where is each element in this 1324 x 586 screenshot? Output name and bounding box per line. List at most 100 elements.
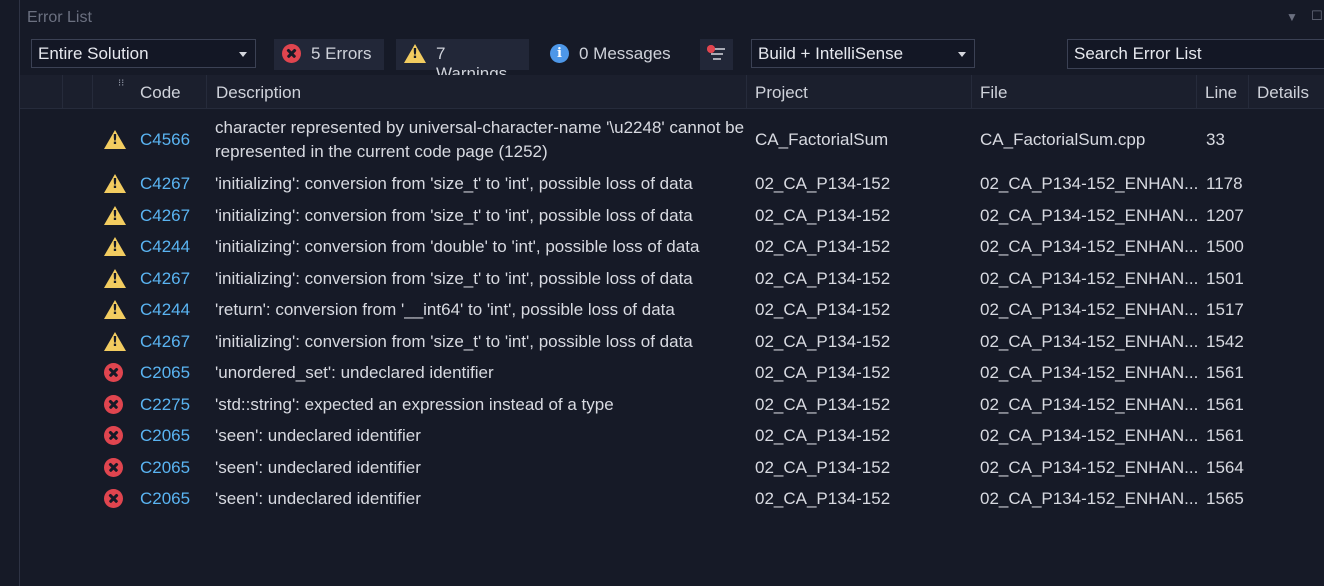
error-line: 1561 bbox=[1206, 394, 1244, 414]
column-divider bbox=[62, 75, 63, 108]
error-code-link[interactable]: C4244 bbox=[140, 300, 190, 320]
warning-icon bbox=[104, 237, 126, 256]
column-header-line[interactable]: Line bbox=[1205, 83, 1237, 103]
panel-title: Error List bbox=[27, 9, 92, 26]
title-bar: Error List ▼ ☐ bbox=[20, 0, 1324, 36]
table-row[interactable]: C2065 'seen': undeclared identifier 02_CA_… bbox=[20, 484, 1324, 516]
column-header-description[interactable]: Description bbox=[216, 83, 301, 103]
search-input[interactable]: Search Error List bbox=[1067, 39, 1324, 69]
error-project: 02_CA_P134-152 bbox=[755, 426, 891, 445]
messages-filter-button[interactable]: i 0 Messages bbox=[542, 39, 682, 70]
table-row[interactable]: C4267 'initializing': conversion from 'si… bbox=[20, 327, 1324, 359]
error-project: 02_CA_P134-152 bbox=[755, 174, 891, 193]
error-icon bbox=[104, 457, 123, 477]
warning-icon bbox=[104, 300, 126, 319]
messages-count-label: 0 Messages bbox=[579, 44, 671, 63]
error-file: 02_CA_P134-152_ENHAN... bbox=[980, 174, 1199, 193]
error-file: 02_CA_P134-152_ENHAN... bbox=[980, 268, 1199, 288]
column-header-code[interactable]: Code bbox=[140, 83, 181, 103]
error-file: 02_CA_P134-152_ENHAN... bbox=[980, 363, 1199, 382]
maximize-icon[interactable]: ☐ bbox=[1311, 8, 1323, 24]
table-row[interactable]: C4267 'initializing': conversion from 'si… bbox=[20, 169, 1324, 201]
warning-icon bbox=[104, 130, 126, 149]
error-description: 'initializing': conversion from 'double'… bbox=[215, 237, 700, 256]
column-divider bbox=[92, 75, 93, 108]
error-description: 'seen': undeclared identifier bbox=[215, 489, 421, 508]
warnings-filter-button[interactable]: 7 Warnings bbox=[396, 39, 529, 83]
error-code-link[interactable]: C4267 bbox=[140, 269, 190, 289]
error-project: 02_CA_P134-152 bbox=[755, 300, 891, 319]
error-code-link[interactable]: C4267 bbox=[140, 332, 190, 352]
error-code-link[interactable]: C2275 bbox=[140, 395, 190, 415]
error-line: 1500 bbox=[1206, 237, 1244, 256]
table-row[interactable]: C4267 'initializing': conversion from 'si… bbox=[20, 201, 1324, 233]
search-placeholder: Search Error List bbox=[1074, 44, 1202, 63]
error-description: 'return': conversion from '__int64' to '… bbox=[215, 300, 675, 319]
chevron-down-icon bbox=[958, 52, 966, 57]
error-line: 1542 bbox=[1206, 331, 1244, 351]
dropdown-icon[interactable]: ▼ bbox=[1286, 10, 1298, 24]
error-project: 02_CA_P134-152 bbox=[755, 457, 891, 477]
scope-value: Entire Solution bbox=[38, 44, 149, 63]
error-icon bbox=[104, 363, 123, 382]
error-line: 1564 bbox=[1206, 457, 1244, 477]
filter-icon bbox=[707, 45, 725, 60]
error-file: 02_CA_P134-152_ENHAN... bbox=[980, 394, 1199, 414]
table-row[interactable]: C4244 'initializing': conversion from 'do… bbox=[20, 232, 1324, 264]
table-row[interactable]: C2065 'seen': undeclared identifier 02_CA_… bbox=[20, 453, 1324, 485]
table-row[interactable]: C2065 'unordered_set': undeclared identif… bbox=[20, 358, 1324, 390]
table-row[interactable]: C2065 'seen': undeclared identifier 02_CA_… bbox=[20, 421, 1324, 453]
error-line: 1207 bbox=[1206, 205, 1244, 225]
error-project: 02_CA_P134-152 bbox=[755, 363, 891, 382]
errors-filter-button[interactable]: 5 Errors bbox=[274, 39, 384, 70]
error-description: 'seen': undeclared identifier bbox=[215, 457, 421, 477]
column-divider bbox=[1196, 75, 1197, 108]
warning-icon bbox=[104, 205, 126, 225]
table-row[interactable]: C4244 'return': conversion from '__int64'… bbox=[20, 295, 1324, 327]
scope-dropdown[interactable]: Entire Solution bbox=[31, 39, 256, 68]
toolbar: Entire Solution 5 Errors 7 Warnings i 0 … bbox=[20, 37, 1324, 83]
error-description: 'initializing': conversion from 'size_t'… bbox=[215, 268, 693, 288]
error-file: 02_CA_P134-152_ENHAN... bbox=[980, 489, 1199, 508]
warning-icon bbox=[104, 268, 126, 288]
warning-icon bbox=[104, 174, 126, 193]
error-code-link[interactable]: C4267 bbox=[140, 174, 190, 194]
error-line: 1561 bbox=[1206, 426, 1244, 445]
error-code-link[interactable]: C4267 bbox=[140, 206, 190, 226]
column-divider bbox=[746, 75, 747, 108]
error-line: 1565 bbox=[1206, 489, 1244, 508]
error-code-link[interactable]: C4244 bbox=[140, 237, 190, 257]
column-chooser-icon[interactable]: ⁝⁝ bbox=[118, 78, 124, 89]
filter-toggle-button[interactable] bbox=[700, 39, 733, 70]
error-code-link[interactable]: C4566 bbox=[140, 130, 190, 150]
error-code-link[interactable]: C2065 bbox=[140, 426, 190, 446]
error-line: 1561 bbox=[1206, 363, 1244, 382]
error-project: 02_CA_P134-152 bbox=[755, 237, 891, 256]
error-file: 02_CA_P134-152_ENHAN... bbox=[980, 331, 1199, 351]
error-icon bbox=[104, 489, 123, 508]
table-row[interactable]: C4566 character represented by universal-… bbox=[20, 112, 1324, 169]
error-line: 33 bbox=[1206, 130, 1225, 149]
column-header-details[interactable]: Details bbox=[1257, 83, 1309, 103]
source-dropdown[interactable]: Build + IntelliSense bbox=[751, 39, 975, 68]
error-description: 'initializing': conversion from 'size_t'… bbox=[215, 331, 693, 351]
error-project: 02_CA_P134-152 bbox=[755, 268, 891, 288]
error-code-link[interactable]: C2065 bbox=[140, 363, 190, 383]
column-header-project[interactable]: Project bbox=[755, 83, 808, 103]
error-line: 1501 bbox=[1206, 268, 1244, 288]
error-project: CA_FactorialSum bbox=[755, 130, 889, 149]
table-row[interactable]: C4267 'initializing': conversion from 'si… bbox=[20, 264, 1324, 296]
column-header-file[interactable]: File bbox=[980, 83, 1007, 103]
error-code-link[interactable]: C2065 bbox=[140, 489, 190, 509]
error-file: 02_CA_P134-152_ENHAN... bbox=[980, 237, 1199, 256]
error-code-link[interactable]: C2065 bbox=[140, 458, 190, 478]
error-project: 02_CA_P134-152 bbox=[755, 331, 891, 351]
column-header-row: ⁝⁝ Code Description Project File Line De… bbox=[20, 75, 1324, 109]
error-file: 02_CA_P134-152_ENHAN... bbox=[980, 300, 1199, 319]
error-icon bbox=[282, 44, 301, 63]
error-description: 'initializing': conversion from 'size_t'… bbox=[215, 205, 693, 225]
info-icon: i bbox=[550, 44, 569, 63]
table-row[interactable]: C2275 'std::string': expected an expressi… bbox=[20, 390, 1324, 422]
error-description: 'initializing': conversion from 'size_t'… bbox=[215, 174, 693, 193]
warning-icon bbox=[104, 331, 126, 351]
